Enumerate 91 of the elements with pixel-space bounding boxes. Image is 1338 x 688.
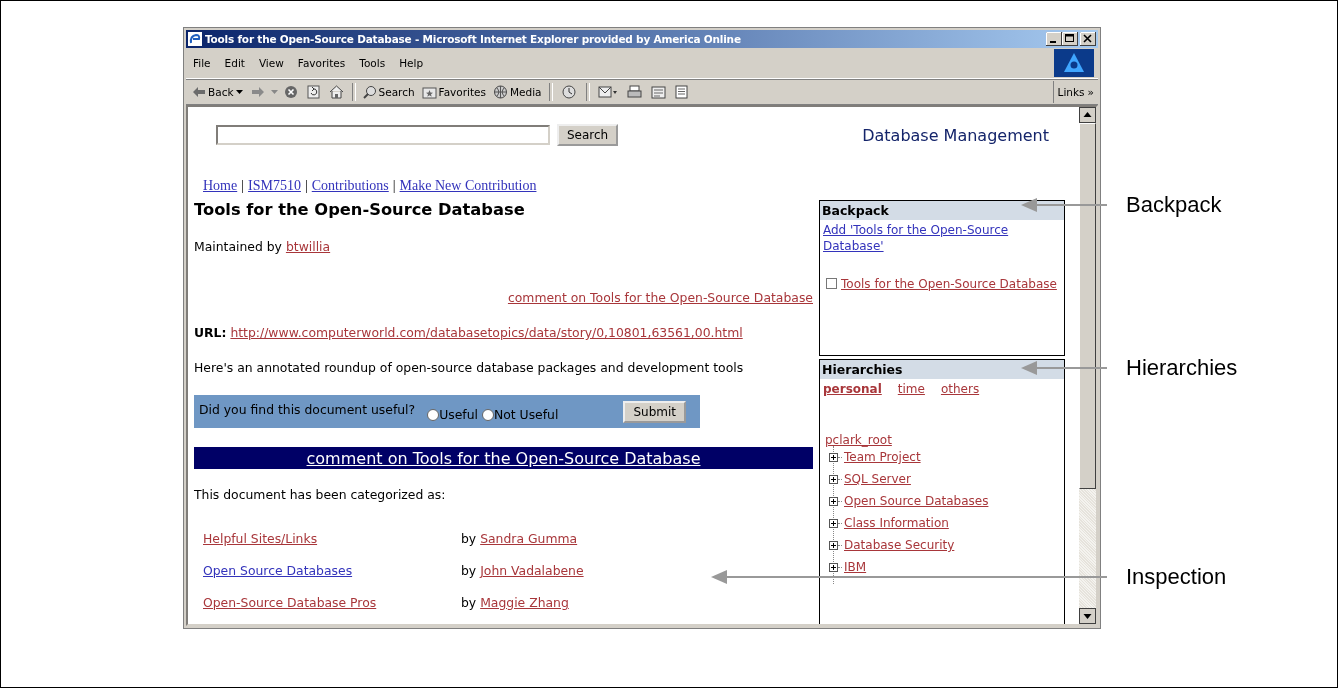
scroll-up-icon[interactable] (1079, 107, 1096, 123)
tree-root-link[interactable]: pclark_root (825, 433, 892, 447)
site-title: Database Management (862, 125, 1049, 145)
author-link[interactable]: John Vadalabene (480, 563, 584, 578)
window-title: Tools for the Open-Source Database - Microsoft Internet Explorer provided by America Online (205, 33, 742, 45)
triangle-logo-icon (1054, 49, 1094, 77)
globe-icon (493, 85, 508, 99)
separator: | (392, 177, 396, 195)
nav-link[interactable]: Make New Contribution (399, 177, 537, 195)
tree-item-link[interactable]: SQL Server (844, 472, 911, 486)
menu-item[interactable]: Favorites (290, 57, 353, 69)
plus-box-icon[interactable] (829, 540, 838, 550)
item-link[interactable]: Tools for the Open-Source Database (841, 277, 1057, 291)
tree-item-link[interactable]: Team Project (844, 450, 921, 464)
search-field[interactable] (216, 125, 550, 145)
minimize-icon[interactable] (1046, 32, 1062, 46)
plus-box-icon[interactable] (829, 474, 838, 484)
scroll-down-icon[interactable] (1079, 608, 1096, 624)
tree-item-link[interactable]: Database Security (844, 538, 955, 552)
panel-title: Hierarchies (820, 360, 1064, 379)
panel-title: Backpack (820, 201, 1064, 220)
tree-item-link[interactable]: Open Source Databases (844, 494, 989, 508)
menu-item[interactable]: Edit (217, 57, 252, 69)
categorized-label: This document has been categorized as: (194, 487, 446, 503)
add-link[interactable]: Add 'Tools for the Open-Source Database' (823, 222, 1048, 254)
radio-label[interactable]: Not Useful (493, 407, 559, 422)
comment-link[interactable]: comment on Tools for the Open-Source Database (306, 448, 701, 468)
radio-label[interactable]: Useful (439, 407, 478, 422)
user-link[interactable]: btwillia (285, 239, 331, 254)
document-icon[interactable] (674, 85, 688, 99)
hierarchy-tab[interactable]: personal (823, 381, 882, 398)
stop-icon[interactable] (283, 85, 298, 99)
category-link[interactable]: Open Source Databases (203, 563, 353, 578)
back-arrow-icon (192, 86, 206, 98)
category-link[interactable]: Open-Source Database Pros (203, 595, 377, 610)
tree-item-link[interactable]: IBM (844, 560, 867, 574)
links-label[interactable]: Links (1057, 86, 1085, 98)
comment-link[interactable]: comment on Tools for the Open-Source Database (507, 290, 813, 305)
menu-item[interactable]: File (186, 57, 218, 69)
back-button[interactable]: Back (190, 82, 245, 102)
separator: | (304, 177, 308, 195)
search-button[interactable]: Search (557, 124, 619, 146)
menu-item[interactable]: View (251, 57, 291, 69)
submit-button[interactable]: Submit (623, 400, 686, 423)
checkbox[interactable] (826, 278, 837, 289)
by-label: by (461, 595, 477, 610)
callout-label: Backpack (1126, 192, 1222, 218)
author-link[interactable]: Sandra Gumma (480, 531, 578, 546)
url-link[interactable]: http://www.computerworld.com/databasetopics/data/story/0,10801,63561,00.html (230, 325, 743, 340)
close-icon[interactable] (1080, 32, 1096, 46)
author-link[interactable]: Maggie Zhang (480, 595, 569, 610)
house-icon[interactable] (328, 85, 344, 99)
printer-icon[interactable] (626, 85, 642, 99)
callout-label: Inspection (1126, 564, 1227, 590)
media-button[interactable]: Media (491, 82, 544, 102)
page-heading: Tools for the Open-Source Database (194, 199, 526, 221)
description-text: Here's an annotated roundup of open-source database packages and development tools (194, 360, 744, 376)
clock-icon[interactable] (560, 85, 578, 99)
hierarchy-tab[interactable]: time (897, 381, 925, 398)
menu-item[interactable]: Help (392, 57, 431, 69)
nav-link[interactable]: Home (203, 177, 238, 195)
chevron-icon[interactable]: » (1087, 86, 1094, 98)
refresh-icon[interactable] (306, 85, 320, 99)
plus-box-icon[interactable] (829, 518, 838, 528)
nav-link[interactable]: Contributions (311, 177, 389, 195)
plus-box-icon[interactable] (829, 452, 838, 462)
radio-button[interactable] (481, 408, 494, 421)
favorites-button[interactable]: Favorites (419, 82, 488, 102)
url-label: URL: (194, 325, 227, 340)
feedback-question: Did you find this document useful? (199, 402, 416, 417)
search-button[interactable]: Search (360, 82, 417, 102)
search-icon (362, 85, 377, 99)
by-label: by (461, 563, 477, 578)
radio-button[interactable] (427, 408, 440, 421)
separator: | (241, 177, 245, 195)
by-label: by (461, 531, 477, 546)
scrollbar-thumb[interactable] (1079, 123, 1096, 489)
category-link[interactable]: Helpful Sites/Links (203, 531, 318, 546)
dropdown-caret-icon[interactable] (235, 90, 243, 94)
notepad-icon[interactable] (650, 85, 666, 99)
plus-box-icon[interactable] (829, 496, 838, 506)
nav-link[interactable]: ISM7510 (248, 177, 301, 195)
maximize-icon[interactable] (1062, 32, 1078, 46)
callout-label: Hierarchies (1126, 355, 1238, 381)
mail-icon[interactable] (597, 85, 618, 99)
menu-item[interactable]: Tools (352, 57, 393, 69)
hierarchy-tab[interactable]: others (940, 381, 980, 398)
maintained-label: Maintained by (194, 239, 282, 254)
plus-box-icon[interactable] (829, 562, 838, 572)
browser-logo-icon (188, 32, 202, 46)
tree-item-link[interactable]: Class Information (844, 516, 949, 530)
